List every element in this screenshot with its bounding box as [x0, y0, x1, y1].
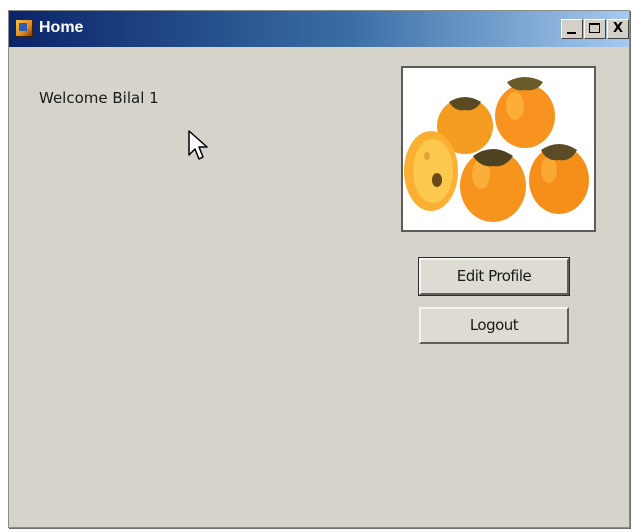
minimize-icon — [567, 32, 576, 34]
close-icon: X — [612, 21, 624, 36]
title-bar[interactable]: Home X — [9, 11, 629, 47]
maximize-icon — [589, 23, 600, 33]
home-window: Home X Welcome Bilal 1 Edit Profile Logo… — [8, 10, 630, 528]
mouse-pointer-icon — [188, 130, 208, 160]
close-button[interactable]: X — [607, 19, 629, 39]
logout-button[interactable]: Logout — [419, 307, 569, 344]
edit-profile-button[interactable]: Edit Profile — [418, 257, 570, 296]
welcome-label: Welcome Bilal 1 — [39, 89, 159, 107]
window-title: Home — [39, 19, 84, 36]
profile-picture — [401, 66, 596, 232]
persimmon-image — [403, 68, 594, 230]
app-icon — [15, 19, 33, 37]
maximize-button[interactable] — [584, 19, 606, 39]
minimize-button[interactable] — [561, 19, 583, 39]
